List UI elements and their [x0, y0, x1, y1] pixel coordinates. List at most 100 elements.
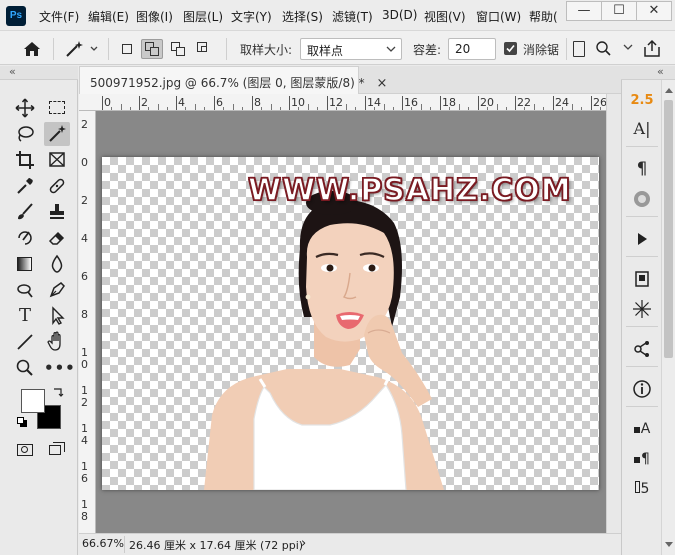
maximize-button[interactable]: ☐	[601, 1, 637, 21]
stamp-tool-icon[interactable]	[44, 200, 70, 224]
menu-layer[interactable]: 图层(L)	[183, 8, 223, 25]
ruler-tick	[327, 96, 328, 110]
menu-3d[interactable]: 3D(D)	[382, 8, 417, 22]
menu-file[interactable]: 文件(F)	[39, 8, 79, 25]
status-menu-arrow[interactable]: ›	[301, 536, 306, 551]
add-to-selection-button[interactable]	[141, 39, 163, 59]
ruler-tick	[289, 96, 290, 110]
zoom-tool-icon[interactable]	[12, 356, 38, 380]
tolerance-label: 容差:	[413, 43, 442, 57]
ruler-tick	[252, 96, 253, 110]
info-icon[interactable]	[628, 376, 656, 402]
type-tool-icon[interactable]: T	[12, 304, 38, 328]
paragraph-styles-icon[interactable]: ¶	[628, 446, 656, 472]
eyedropper-tool-icon[interactable]	[12, 174, 38, 198]
tools-panel-header: «	[0, 65, 78, 80]
new-selection-button[interactable]	[116, 39, 138, 59]
history-brush-tool-icon[interactable]	[12, 226, 38, 250]
properties-icon[interactable]	[628, 266, 656, 292]
menu-type[interactable]: 文字(Y)	[231, 8, 272, 25]
ruler-tick	[553, 96, 554, 110]
menu-select[interactable]: 选择(S)	[282, 8, 323, 25]
swap-colors-icon[interactable]	[52, 386, 64, 398]
collapse-icon[interactable]: «	[9, 65, 16, 78]
paths-icon[interactable]	[628, 336, 656, 362]
sample-all-layers-icon[interactable]	[573, 41, 585, 57]
default-colors-icon[interactable]	[17, 417, 29, 429]
healing-brush-tool-icon[interactable]	[44, 174, 70, 198]
close-window-button[interactable]: ✕	[636, 1, 672, 21]
home-icon[interactable]	[21, 39, 43, 59]
lasso-tool-icon[interactable]	[12, 122, 38, 146]
blur-tool-icon[interactable]	[44, 252, 70, 276]
photoshop-logo[interactable]: Ps	[6, 6, 26, 26]
chevron-down-icon	[386, 46, 396, 52]
play-actions-icon[interactable]	[628, 226, 656, 252]
refine-edge-icon[interactable]	[594, 39, 618, 59]
adjustments-icon[interactable]	[628, 296, 656, 322]
ruler-tick	[139, 96, 140, 110]
scroll-thumb[interactable]	[664, 100, 673, 358]
options-separator	[53, 38, 54, 60]
scroll-down-icon[interactable]	[665, 542, 673, 547]
menu-help[interactable]: 帮助(	[529, 8, 558, 25]
marquee-tool-icon[interactable]	[44, 96, 70, 120]
ruler-minor-tick	[345, 104, 347, 110]
tolerance-input[interactable]: 20	[448, 38, 496, 60]
brush-tool-icon[interactable]	[12, 200, 38, 224]
menu-filter[interactable]: 滤镜(T)	[332, 8, 373, 25]
menu-window[interactable]: 窗口(W)	[476, 8, 521, 25]
quick-mask-icon[interactable]	[12, 438, 38, 462]
ruler-minor-tick	[533, 104, 535, 110]
path-selection-tool-icon[interactable]	[44, 304, 70, 328]
frame-tool-icon[interactable]	[44, 148, 70, 172]
libraries-icon[interactable]	[628, 186, 656, 212]
minimize-button[interactable]: —	[566, 1, 602, 21]
close-tab-icon[interactable]: ×	[376, 76, 387, 91]
paragraph-panel-icon[interactable]: ¶	[628, 156, 656, 182]
intersect-selection-button[interactable]	[193, 39, 215, 59]
canvas[interactable]: WWW.PSAHZ.COM	[102, 157, 599, 490]
right-panel-scrollbar[interactable]	[661, 80, 675, 555]
scroll-up-icon[interactable]	[665, 88, 673, 93]
line-tool-icon[interactable]	[12, 330, 38, 354]
chevron-down-icon[interactable]	[622, 41, 634, 53]
move-tool-icon[interactable]	[12, 96, 38, 120]
character-panel-icon[interactable]: A|	[628, 116, 656, 142]
ruler-tick	[176, 96, 177, 110]
magic-wand-tool-icon[interactable]	[44, 122, 70, 146]
ruler-label: 0	[104, 96, 111, 109]
vertical-ruler[interactable]: 2 0 2 4 6 8 1 0 1 2 1 4 1 6 1 8	[79, 111, 96, 533]
vertical-scrollbar[interactable]	[606, 94, 621, 533]
ruler-label: 6	[216, 96, 223, 109]
magic-wand-icon[interactable]	[62, 38, 100, 60]
collapse-icon[interactable]: «	[657, 65, 664, 78]
ruler-tick	[440, 96, 441, 110]
subtract-from-selection-button[interactable]	[167, 39, 189, 59]
eraser-tool-icon[interactable]	[44, 226, 70, 250]
document-tab[interactable]: 500971952.jpg @ 66.7% (图层 0, 图层蒙版/8) * ×	[79, 66, 387, 94]
menu-edit[interactable]: 编辑(E)	[88, 8, 129, 25]
crop-tool-icon[interactable]	[12, 148, 38, 172]
screen-mode-icon[interactable]	[44, 438, 70, 462]
hand-tool-icon[interactable]	[44, 330, 70, 354]
share-icon[interactable]	[641, 38, 663, 60]
ruler-label: 2	[141, 96, 148, 109]
sample-size-select[interactable]: 取样点	[300, 38, 402, 60]
ruler-minor-tick	[458, 104, 460, 110]
dodge-tool-icon[interactable]	[12, 278, 38, 302]
anti-alias-checkbox[interactable]	[504, 42, 517, 55]
pen-tool-icon[interactable]	[44, 278, 70, 302]
horizontal-ruler[interactable]: 0 2 4 6 8 10 12 14 16 18 20 22 24 26	[79, 94, 606, 111]
glyphs-icon[interactable]: 5	[628, 476, 656, 502]
gradient-tool-icon[interactable]	[12, 252, 38, 276]
character-styles-icon[interactable]: A	[628, 416, 656, 442]
options-separator	[108, 38, 109, 60]
foreground-color-swatch[interactable]	[21, 389, 45, 413]
more-tools-icon[interactable]: •••	[44, 356, 75, 380]
menu-image[interactable]: 图像(I)	[136, 8, 173, 25]
version-badge: 2.5	[630, 93, 654, 108]
menu-view[interactable]: 视图(V)	[424, 8, 466, 25]
zoom-level-field[interactable]: 66.67%	[79, 536, 125, 553]
ruler-tick	[365, 96, 366, 110]
